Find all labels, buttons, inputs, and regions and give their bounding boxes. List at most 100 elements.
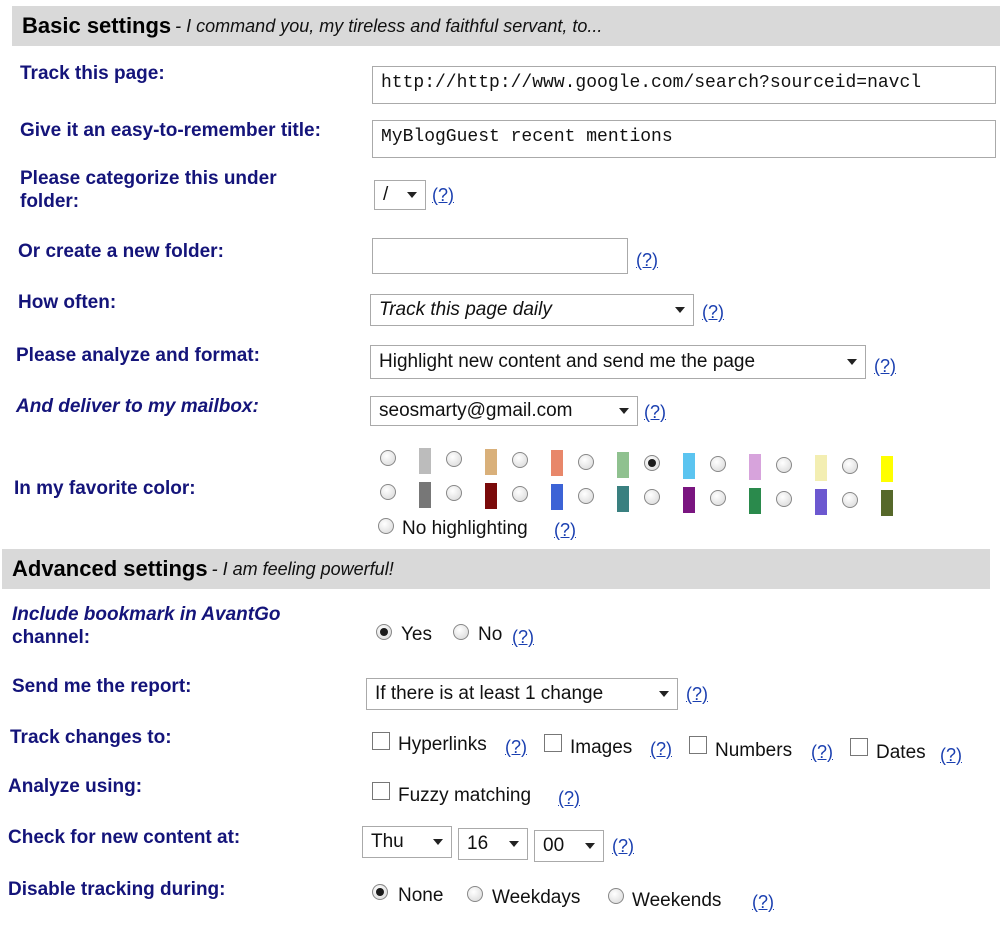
avantgo-no-label: No bbox=[478, 624, 503, 645]
disable-weekends-label: Weekends bbox=[632, 890, 722, 911]
chevron-down-icon bbox=[509, 841, 519, 847]
color-swatch bbox=[815, 455, 827, 482]
fuzzy-matching-help-link[interactable]: (?) bbox=[558, 788, 580, 809]
color-radio[interactable] bbox=[446, 485, 462, 502]
advanced-settings-subtitle: - I am feeling powerful! bbox=[211, 558, 394, 579]
day-select[interactable]: Thu bbox=[362, 826, 452, 858]
color-swatch bbox=[551, 450, 563, 477]
avantgo-yes-radio[interactable] bbox=[376, 624, 392, 640]
dates-label: Dates bbox=[876, 742, 926, 763]
chevron-down-icon bbox=[675, 307, 685, 313]
color-radio[interactable] bbox=[842, 458, 858, 475]
color-radio[interactable] bbox=[512, 452, 528, 469]
check-content-help-link[interactable]: (?) bbox=[612, 836, 634, 857]
color-radio[interactable] bbox=[380, 484, 396, 500]
chevron-down-icon bbox=[619, 408, 629, 414]
disable-none-label: None bbox=[398, 885, 444, 906]
folder-select-value: / bbox=[383, 184, 389, 205]
avantgo-label-line1: Include bookmark in AvantGo bbox=[12, 604, 281, 625]
no-highlighting-radio[interactable] bbox=[378, 518, 394, 534]
color-swatch bbox=[419, 448, 431, 474]
minute-select-value: 00 bbox=[543, 835, 565, 856]
color-radio[interactable] bbox=[710, 490, 726, 506]
dates-help-link[interactable]: (?) bbox=[940, 745, 962, 766]
report-help-link[interactable]: (?) bbox=[686, 684, 708, 705]
no-highlighting-help-link[interactable]: (?) bbox=[554, 520, 576, 541]
disable-weekdays-radio[interactable] bbox=[467, 886, 483, 902]
mailbox-help-link[interactable]: (?) bbox=[644, 402, 666, 423]
numbers-help-link[interactable]: (?) bbox=[811, 742, 833, 763]
mailbox-select[interactable]: seosmarty@gmail.com bbox=[370, 396, 638, 426]
analyze-format-help-link[interactable]: (?) bbox=[874, 356, 896, 377]
day-select-value: Thu bbox=[371, 831, 404, 852]
color-radio[interactable] bbox=[512, 486, 528, 503]
report-select-value: If there is at least 1 change bbox=[375, 683, 604, 704]
color-swatch bbox=[749, 454, 761, 480]
title-label: Give it an easy-to-remember title: bbox=[20, 120, 321, 141]
folder-select[interactable]: / bbox=[374, 180, 426, 210]
chevron-down-icon bbox=[407, 192, 417, 198]
analyze-format-label: Please analyze and format: bbox=[16, 345, 260, 366]
track-page-label: Track this page: bbox=[20, 63, 165, 84]
color-radio[interactable] bbox=[776, 457, 792, 474]
analyze-format-select[interactable]: Highlight new content and send me the pa… bbox=[370, 345, 866, 379]
color-radio[interactable] bbox=[710, 456, 726, 472]
color-radio[interactable] bbox=[578, 453, 594, 470]
folder-label-line1: Please categorize this under bbox=[20, 168, 277, 189]
images-help-link[interactable]: (?) bbox=[650, 739, 672, 760]
color-radio[interactable] bbox=[578, 487, 594, 504]
color-swatch bbox=[617, 485, 629, 512]
numbers-checkbox[interactable] bbox=[689, 736, 707, 754]
hyperlinks-checkbox[interactable] bbox=[372, 732, 390, 750]
images-checkbox[interactable] bbox=[544, 734, 562, 752]
report-select[interactable]: If there is at least 1 change bbox=[366, 678, 678, 710]
color-radio[interactable] bbox=[380, 450, 396, 466]
how-often-help-link[interactable]: (?) bbox=[702, 302, 724, 323]
avantgo-yes-label: Yes bbox=[401, 624, 432, 645]
color-swatch bbox=[419, 482, 431, 508]
new-folder-label: Or create a new folder: bbox=[18, 241, 224, 262]
minute-select[interactable]: 00 bbox=[534, 830, 604, 862]
color-swatch bbox=[815, 489, 827, 516]
color-swatch bbox=[683, 486, 695, 513]
color-radio[interactable] bbox=[446, 451, 462, 468]
color-swatch bbox=[551, 484, 563, 511]
no-highlighting-label: No highlighting bbox=[402, 518, 528, 539]
color-radio[interactable] bbox=[644, 488, 660, 505]
color-swatch bbox=[881, 456, 893, 483]
disable-tracking-help-link[interactable]: (?) bbox=[752, 892, 774, 913]
analyze-using-label: Analyze using: bbox=[8, 776, 143, 797]
color-radio[interactable] bbox=[644, 454, 660, 471]
chevron-down-icon bbox=[847, 359, 857, 365]
disable-tracking-label: Disable tracking during: bbox=[8, 879, 226, 900]
disable-weekdays-label: Weekdays bbox=[492, 887, 581, 908]
mailbox-label: And deliver to my mailbox: bbox=[16, 396, 259, 417]
chevron-down-icon bbox=[433, 839, 443, 845]
dates-checkbox[interactable] bbox=[850, 738, 868, 756]
favorite-color-label: In my favorite color: bbox=[14, 478, 196, 499]
basic-settings-subtitle: - I command you, my tireless and faithfu… bbox=[175, 15, 603, 36]
new-folder-input[interactable] bbox=[372, 238, 628, 274]
how-often-select[interactable]: Track this page daily bbox=[370, 294, 694, 326]
track-page-input[interactable]: http://http://www.google.com/search?sour… bbox=[372, 66, 996, 104]
images-label: Images bbox=[570, 737, 633, 758]
numbers-label: Numbers bbox=[715, 740, 793, 761]
avantgo-no-radio[interactable] bbox=[453, 624, 469, 640]
folder-help-link[interactable]: (?) bbox=[432, 185, 454, 206]
color-swatch bbox=[683, 452, 695, 479]
color-swatch bbox=[617, 451, 629, 478]
disable-weekends-radio[interactable] bbox=[608, 888, 624, 904]
color-swatch bbox=[485, 449, 497, 476]
new-folder-help-link[interactable]: (?) bbox=[636, 250, 658, 271]
fuzzy-matching-checkbox[interactable] bbox=[372, 782, 390, 800]
disable-none-radio[interactable] bbox=[372, 884, 388, 900]
analyze-format-select-value: Highlight new content and send me the pa… bbox=[379, 351, 756, 372]
hour-select[interactable]: 16 bbox=[458, 828, 528, 860]
color-radio[interactable] bbox=[842, 492, 858, 509]
avantgo-help-link[interactable]: (?) bbox=[512, 627, 534, 648]
hyperlinks-help-link[interactable]: (?) bbox=[505, 737, 527, 758]
avantgo-label-line2: channel: bbox=[12, 627, 91, 648]
color-radio[interactable] bbox=[776, 491, 792, 508]
title-input[interactable]: MyBlogGuest recent mentions bbox=[372, 120, 996, 158]
chevron-down-icon bbox=[659, 691, 669, 697]
